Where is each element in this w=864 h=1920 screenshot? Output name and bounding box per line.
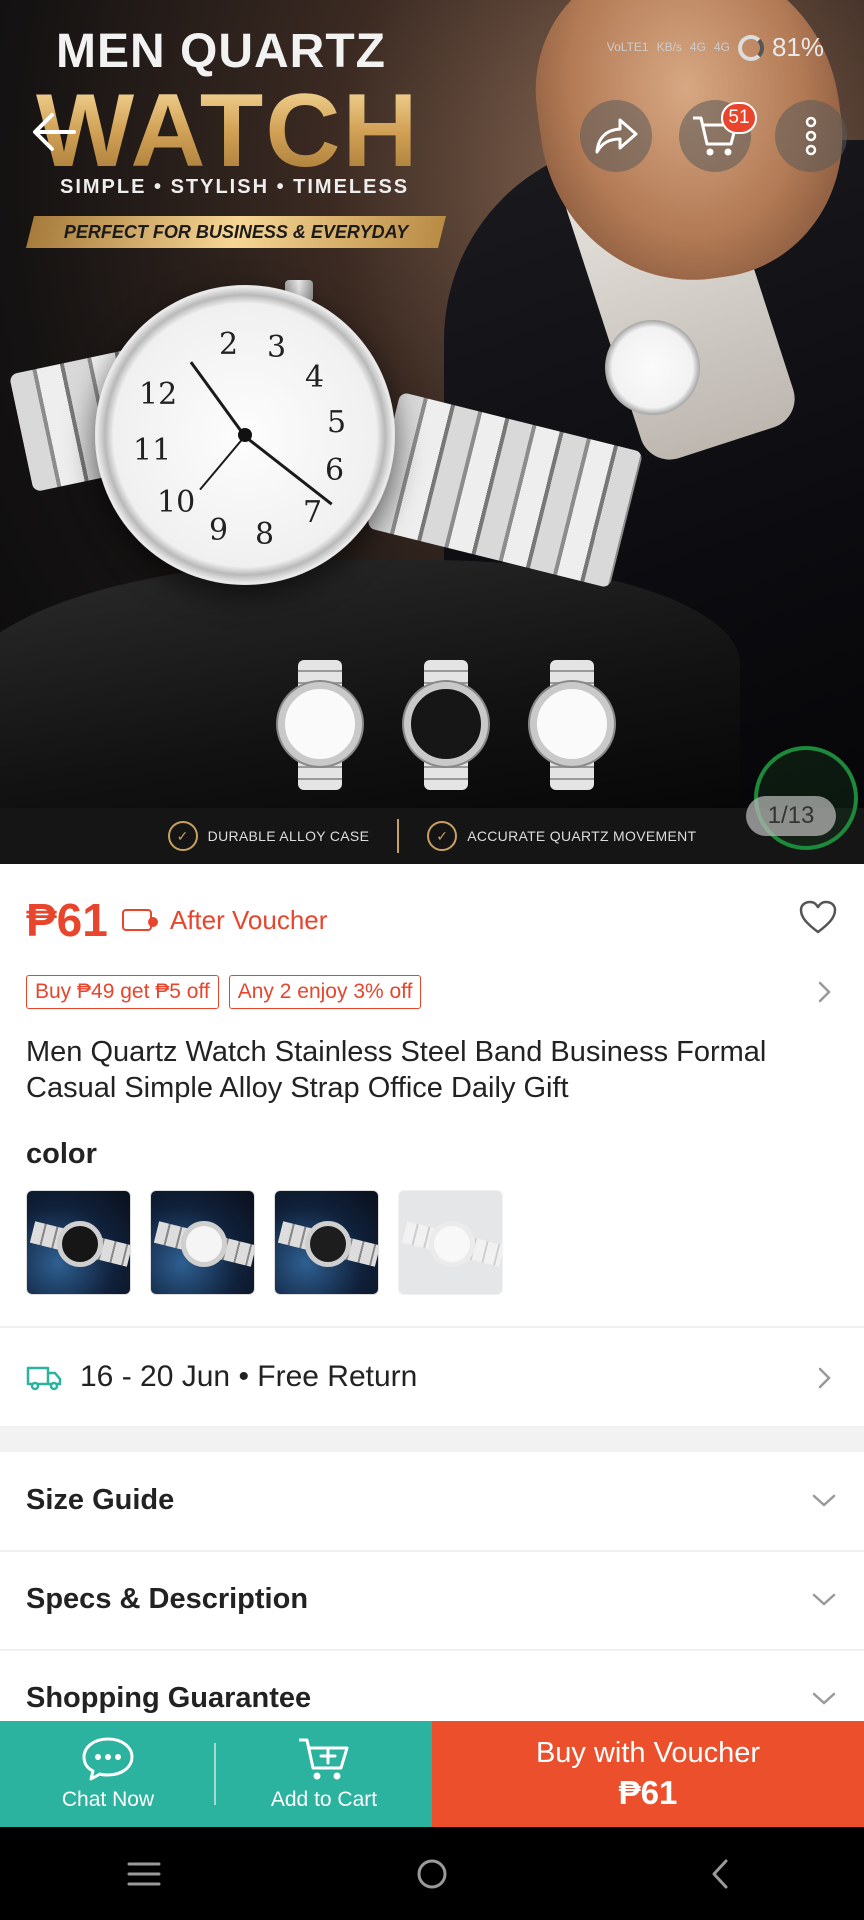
size-guide-section[interactable]: Size Guide [26,1470,838,1530]
back-arrow-icon [33,113,76,151]
share-button[interactable] [580,100,652,172]
swatch-white-dial-unavailable[interactable] [398,1190,503,1295]
color-label: color [26,1138,97,1170]
mini-watch-black [396,660,496,790]
chevron-right-icon [818,1367,831,1389]
mini-watch-white-1 [270,660,370,790]
section-divider [0,1426,864,1452]
chat-icon [82,1737,134,1781]
battery-level: 81% [771,32,824,62]
delivery-row[interactable]: 16 - 20 Jun • Free Return [26,1352,838,1402]
buy-label: Buy with Voucher [535,1736,761,1769]
mini-watch-white-2 [522,660,622,790]
guarantee-section[interactable]: Shopping Guarantee [26,1668,838,1728]
clock-check-icon: ✓ [427,821,458,851]
guarantee-title: Shopping Guarantee [26,1681,312,1714]
delivery-text: 16 - 20 Jun • Free Return [80,1360,418,1393]
shield-check-icon: ✓ [167,821,198,851]
specs-title: Specs & Description [26,1582,309,1615]
hero-title-line1: MEN QUARTZ [56,25,386,78]
add-to-cart-label: Add to Cart [270,1788,378,1811]
back-button[interactable] [22,100,86,164]
swatch-white-dial[interactable] [150,1190,255,1295]
chat-now-label: Chat Now [61,1788,155,1811]
main-watch-face: 2 3 4 5 6 7 8 9 10 11 12 [95,285,395,585]
feature-alloy: ✓ DURABLE ALLOY CASE [167,821,370,851]
promo-tag-1[interactable]: Buy ₱49 get ₱5 off [26,975,219,1009]
image-counter: 1/13 [746,796,836,836]
signal-4g-1: 4G [689,40,706,54]
promo-row[interactable]: Buy ₱49 get ₱5 off Any 2 enjoy 3% off [26,974,838,1010]
feature-strip: ✓ DURABLE ALLOY CASE ✓ ACCURATE QUARTZ M… [0,808,864,864]
voucher-icon [121,909,158,931]
cart-count-badge: 51 [721,102,757,134]
feature-divider [397,819,400,853]
system-navigation-bar [0,1827,864,1920]
battery-icon [737,34,764,61]
back-icon [712,1859,728,1888]
hero-tagline: SIMPLE • STYLISH • TIMELESS [60,176,410,198]
chevron-down-icon [812,1593,836,1606]
speed-indicator: KB/s [656,40,682,54]
feature-quartz: ✓ ACCURATE QUARTZ MOVEMENT [427,821,696,851]
swatch-black-dial-2[interactable] [274,1190,379,1295]
price-row: ₱61 After Voucher [26,890,838,950]
home-icon [417,1859,447,1888]
divider [0,1326,864,1328]
swatch-black-dial[interactable] [26,1190,131,1295]
more-icon [805,116,817,156]
buy-with-voucher-button[interactable]: Buy with Voucher ₱61 [432,1721,864,1827]
chat-now-button[interactable]: Chat Now [0,1721,216,1827]
home-button[interactable] [392,1844,472,1904]
chevron-down-icon [812,1692,836,1705]
signal-4g-2: 4G [713,40,730,54]
add-cart-icon [299,1738,349,1780]
divider [0,1550,864,1552]
status-bar: VoLTE1 KB/s 4G 4G 81% [607,32,824,63]
product-price: ₱61 [26,894,108,946]
add-to-cart-button[interactable]: Add to Cart [216,1721,432,1827]
recent-apps-button[interactable] [104,1844,184,1904]
chevron-right-icon[interactable] [810,978,838,1006]
cart-button[interactable]: 51 [679,100,757,172]
menu-icon [127,1862,161,1885]
more-options-button[interactable] [775,100,847,172]
promo-tag-2[interactable]: Any 2 enjoy 3% off [228,975,422,1009]
hero-title-line2: WATCH [36,73,420,189]
heart-icon[interactable] [798,898,838,938]
bottom-action-bar: Chat Now Add to Cart Buy with Voucher ₱6… [0,1721,864,1827]
divider [0,1649,864,1651]
product-title: Men Quartz Watch Stainless Steel Band Bu… [26,1036,767,1104]
hero-banner: PERFECT FOR BUSINESS & EVERYDAY [26,216,446,248]
leather-stand [0,560,740,820]
system-back-button[interactable] [680,1844,760,1904]
buy-price: ₱61 [618,1773,678,1811]
specs-section[interactable]: Specs & Description [26,1569,838,1629]
network-indicator: VoLTE1 [606,40,649,54]
share-icon [595,118,638,154]
size-guide-title: Size Guide [26,1483,175,1516]
after-voucher-label: After Voucher [169,904,328,935]
chevron-down-icon [812,1494,836,1507]
truck-icon [26,1366,62,1391]
color-swatches [26,1190,503,1295]
secondary-actions: Chat Now Add to Cart [0,1721,432,1827]
